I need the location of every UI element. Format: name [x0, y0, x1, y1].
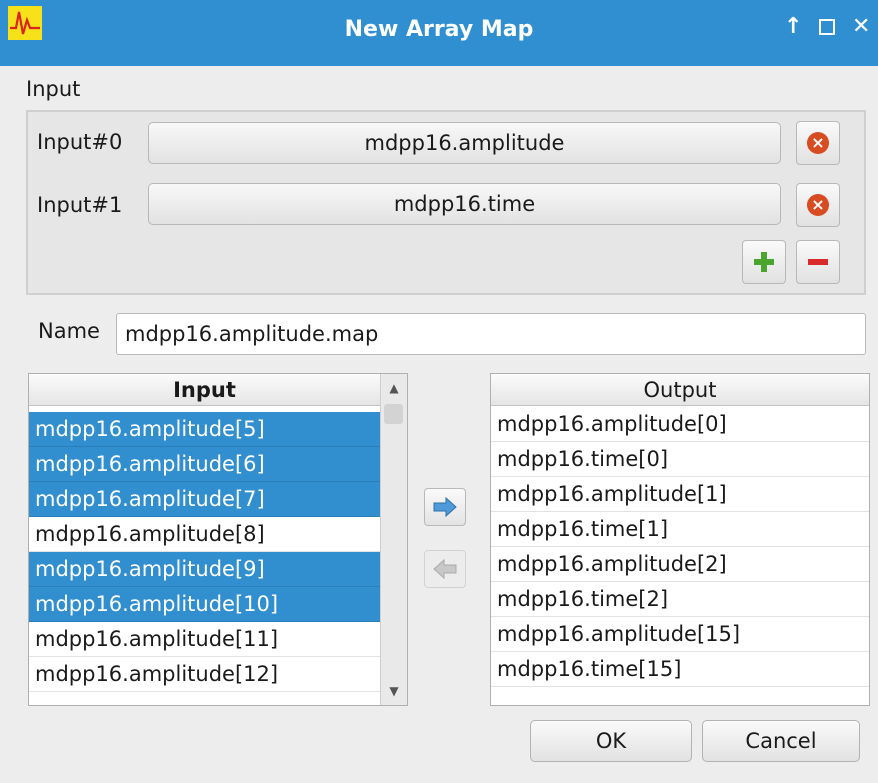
output-list[interactable]: Output mdpp16.amplitude[0] mdpp16.time[0… — [490, 373, 870, 706]
input-list-scrollbar[interactable]: ▲ ▼ — [380, 374, 407, 705]
list-item[interactable]: mdpp16.amplitude[8] — [29, 517, 380, 552]
name-field[interactable] — [116, 313, 866, 355]
list-item[interactable]: mdpp16.amplitude[5] — [29, 412, 380, 447]
arrow-left-icon — [433, 559, 457, 579]
list-item[interactable]: mdpp16.time[1] — [491, 512, 869, 547]
minus-icon — [808, 259, 828, 265]
output-list-header[interactable]: Output — [491, 374, 869, 406]
window-title: New Array Map — [344, 17, 534, 42]
remove-circle-icon: × — [807, 194, 829, 216]
input-1-label: Input#1 — [37, 193, 123, 217]
input-1-selector-button[interactable]: mdpp16.time — [148, 183, 781, 225]
list-item[interactable]: mdpp16.amplitude[11] — [29, 622, 380, 657]
input-list[interactable]: Input mdpp16.amplitude[5] mdpp16.amplitu… — [28, 373, 408, 706]
title-bar: New Array Map ↑ ✕ — [0, 0, 878, 66]
list-item[interactable]: mdpp16.amplitude[1] — [491, 477, 869, 512]
remove-circle-icon: × — [807, 132, 829, 154]
ok-button[interactable]: OK — [530, 720, 692, 762]
cancel-button[interactable]: Cancel — [702, 720, 860, 762]
move-left-button[interactable] — [424, 550, 466, 588]
maximize-icon[interactable]: ↑ — [784, 14, 802, 40]
list-item[interactable]: mdpp16.amplitude[9] — [29, 552, 380, 587]
list-item[interactable]: mdpp16.time[15] — [491, 652, 869, 687]
list-item[interactable]: mdpp16.amplitude[2] — [491, 547, 869, 582]
list-item[interactable]: mdpp16.amplitude[12] — [29, 657, 380, 692]
arrow-right-icon — [433, 497, 457, 517]
list-item[interactable]: mdpp16.amplitude[10] — [29, 587, 380, 622]
list-item[interactable]: mdpp16.time[0] — [491, 442, 869, 477]
input-0-selector-button[interactable]: mdpp16.amplitude — [148, 122, 781, 164]
remove-input-0-button[interactable]: × — [796, 121, 840, 165]
input-section-label: Input — [26, 77, 81, 101]
plus-icon — [754, 252, 774, 272]
list-item[interactable]: mdpp16.amplitude[0] — [491, 407, 869, 442]
list-item[interactable]: mdpp16.time[2] — [491, 582, 869, 617]
list-item[interactable]: mdpp16.amplitude[7] — [29, 482, 380, 517]
remove-input-1-button[interactable]: × — [796, 183, 840, 227]
move-right-button[interactable] — [424, 488, 466, 526]
remove-last-input-button[interactable] — [796, 240, 840, 284]
input-list-header[interactable]: Input — [29, 374, 380, 406]
list-item[interactable]: mdpp16.amplitude[6] — [29, 447, 380, 482]
scroll-up-icon[interactable]: ▲ — [381, 374, 407, 402]
name-label: Name — [38, 319, 100, 343]
close-icon[interactable]: ✕ — [852, 14, 870, 40]
add-input-button[interactable] — [742, 240, 786, 284]
restore-icon[interactable] — [818, 14, 836, 43]
scroll-down-icon[interactable]: ▼ — [381, 677, 407, 705]
scrollbar-thumb[interactable] — [384, 404, 403, 424]
list-item[interactable]: mdpp16.amplitude[15] — [491, 617, 869, 652]
input-0-label: Input#0 — [37, 130, 123, 154]
